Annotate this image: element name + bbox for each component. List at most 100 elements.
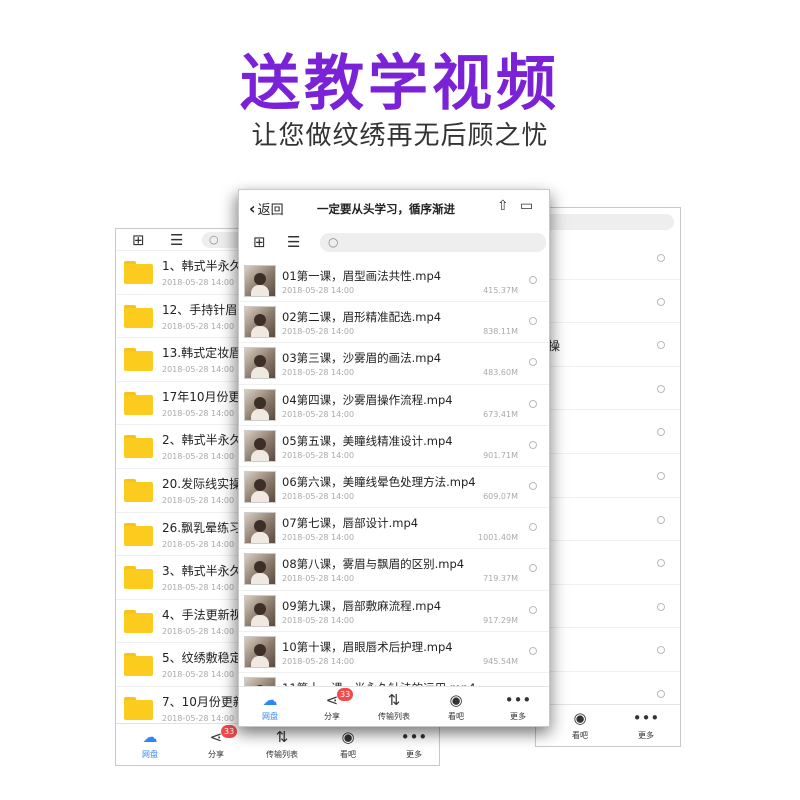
list-item[interactable] xyxy=(536,280,680,324)
select-radio[interactable] xyxy=(657,559,665,568)
video-thumbnail xyxy=(244,553,276,586)
toolbar: ⊞ ☰ ○ xyxy=(239,230,549,256)
file-size: 415.37M xyxy=(483,286,518,295)
list-item[interactable]: 膛 xyxy=(536,236,680,280)
tab-label: 传输列表 xyxy=(536,730,544,741)
list-item[interactable] xyxy=(536,367,680,411)
select-radio[interactable] xyxy=(657,254,665,262)
file-row[interactable]: 09第九课，唇部敷麻流程.mp4 2018-05-28 14:00 917.29M xyxy=(239,591,549,632)
file-row[interactable]: 07第七课，唇部设计.mp4 2018-05-28 14:00 1001.40M xyxy=(239,508,549,550)
list-item[interactable] xyxy=(536,498,680,542)
select-radio[interactable] xyxy=(657,341,665,350)
chevron-left-icon: ‹ xyxy=(249,199,256,218)
tab-share[interactable]: ⋖ 分享 33 xyxy=(186,724,246,765)
select-radio[interactable] xyxy=(529,358,537,367)
folder-body xyxy=(124,700,153,720)
thumbnail-figure xyxy=(254,479,266,491)
sort-icon[interactable]: ☰ xyxy=(170,231,183,249)
file-date: 2018-05-28 14:00 xyxy=(282,615,355,625)
select-radio[interactable] xyxy=(529,564,537,573)
tab-label: 看吧 xyxy=(448,712,464,721)
new-folder-icon[interactable]: ⊞ xyxy=(253,233,266,251)
tab-label: 更多 xyxy=(406,750,422,759)
file-row[interactable]: 02第二课，眉形精准配选.mp4 2018-05-28 14:00 838.11M xyxy=(239,302,549,344)
search-icon: ○ xyxy=(328,235,339,249)
tab-cloud[interactable]: ☁ 网盘 xyxy=(240,687,300,726)
list-item[interactable] xyxy=(536,585,680,629)
video-thumbnail xyxy=(244,306,276,339)
select-radio[interactable] xyxy=(657,646,665,655)
folder-icon xyxy=(124,435,153,459)
tab-more[interactable]: ••• 更多 xyxy=(384,724,439,765)
select-radio[interactable] xyxy=(529,523,537,532)
select-radio[interactable] xyxy=(657,428,665,437)
tab-eye[interactable]: ◉ 看吧 xyxy=(550,705,610,746)
select-radio[interactable] xyxy=(529,276,537,284)
file-name: 06第六课，美瞳线晕色处理方法.mp4 xyxy=(282,475,476,489)
folder-settings-icon[interactable]: ▭ xyxy=(520,198,533,214)
file-row[interactable]: 08第八课，雾眉与飘眉的区别.mp4 2018-05-28 14:00 719.37… xyxy=(239,549,549,591)
tab-more[interactable]: ••• 更多 xyxy=(616,705,676,746)
tab-share[interactable]: ⋖ 分享 33 xyxy=(302,687,362,726)
file-name: 08第八课，雾眉与飘眉的区别.mp4 xyxy=(282,557,465,572)
sort-icon[interactable]: ☰ xyxy=(287,233,300,251)
file-size: 838.11M xyxy=(483,327,518,337)
tab-cloud[interactable]: ☁ 网盘 xyxy=(120,724,180,765)
folder-name: 2、韩式半永久 xyxy=(162,433,242,448)
tab-eye[interactable]: ◉ 看吧 xyxy=(318,724,378,765)
folder-name: 7、10月份更新 xyxy=(162,695,245,709)
file-name: 05第五课，美瞳线精准设计.mp4 xyxy=(282,433,453,448)
file-row[interactable]: 04第四课，沙雾眉操作流程.mp4 2018-05-28 14:00 673.41M xyxy=(239,385,549,426)
folder-icon xyxy=(124,522,153,546)
select-radio[interactable] xyxy=(529,440,537,449)
select-radio[interactable] xyxy=(657,515,665,524)
bottom-nav: 看传输列表◉看吧•••更多 xyxy=(536,704,680,746)
thumbnail-figure xyxy=(254,520,266,533)
list-item[interactable] xyxy=(536,410,680,454)
thumbnail-shoulders xyxy=(251,449,269,461)
select-radio[interactable] xyxy=(657,602,665,611)
select-radio[interactable] xyxy=(529,605,537,614)
search-input[interactable] xyxy=(536,214,674,230)
tab-label: 更多 xyxy=(638,731,654,740)
list-item[interactable] xyxy=(536,628,680,672)
file-row[interactable]: 06第六课，美瞳线晕色处理方法.mp4 2018-05-28 14:00 609.0… xyxy=(239,467,549,509)
thumbnail-figure xyxy=(254,396,266,409)
select-radio[interactable] xyxy=(657,472,665,480)
file-row[interactable]: 01第一课，眉型画法共性.mp4 2018-05-28 14:00 415.37M xyxy=(239,261,549,303)
folder-icon xyxy=(124,697,153,720)
file-row[interactable]: 03第三课，沙雾眉的画法.mp4 2018-05-28 14:00 483.60M xyxy=(239,343,549,385)
search-input[interactable]: ○ xyxy=(320,233,546,252)
folder-body xyxy=(124,482,153,502)
tab-eye[interactable]: ◉ 看吧 xyxy=(426,687,486,726)
folder-name: 5、纹绣敷稳定 xyxy=(162,651,242,666)
thumbnail-shoulders xyxy=(251,614,269,626)
tab-label: 分享 xyxy=(324,712,340,721)
tab-transfer[interactable]: ⇅ 传输列表 xyxy=(364,687,424,726)
select-radio[interactable] xyxy=(657,690,665,698)
select-radio[interactable] xyxy=(529,399,537,408)
file-row[interactable]: 10第十课，眉眼唇术后护理.mp4 2018-05-28 14:00 945.54M xyxy=(239,632,549,673)
video-thumbnail xyxy=(244,347,276,380)
tab-transfer[interactable]: ⇅ 传输列表 xyxy=(252,724,312,765)
select-radio[interactable] xyxy=(657,384,665,393)
folder-name: 1、韩式半永久 xyxy=(162,259,242,273)
file-row[interactable]: 05第五课，美瞳线精准设计.mp4 2018-05-28 14:00 901.71M xyxy=(239,426,549,467)
tab-label: 看吧 xyxy=(572,731,588,740)
folder-date: 2018-05-28 14:00 xyxy=(162,408,235,418)
list-item[interactable]: 实操 xyxy=(536,323,680,367)
select-radio[interactable] xyxy=(529,317,537,326)
folder-name: 26.飘乳晕练习 xyxy=(162,520,242,535)
file-date: 2018-05-28 14:00 xyxy=(282,286,355,295)
select-radio[interactable] xyxy=(529,482,537,490)
list-item[interactable] xyxy=(536,454,680,498)
new-folder-icon[interactable]: ⊞ xyxy=(132,231,145,249)
list-item[interactable] xyxy=(536,541,680,585)
select-radio[interactable] xyxy=(657,297,665,306)
upload-icon[interactable]: ⇧ xyxy=(497,198,509,214)
tab-more[interactable]: ••• 更多 xyxy=(488,687,548,726)
thumbnail-figure xyxy=(254,602,266,615)
folder-body xyxy=(124,525,153,546)
select-radio[interactable] xyxy=(529,646,537,655)
back-button[interactable]: ‹ 返回 xyxy=(249,199,284,218)
